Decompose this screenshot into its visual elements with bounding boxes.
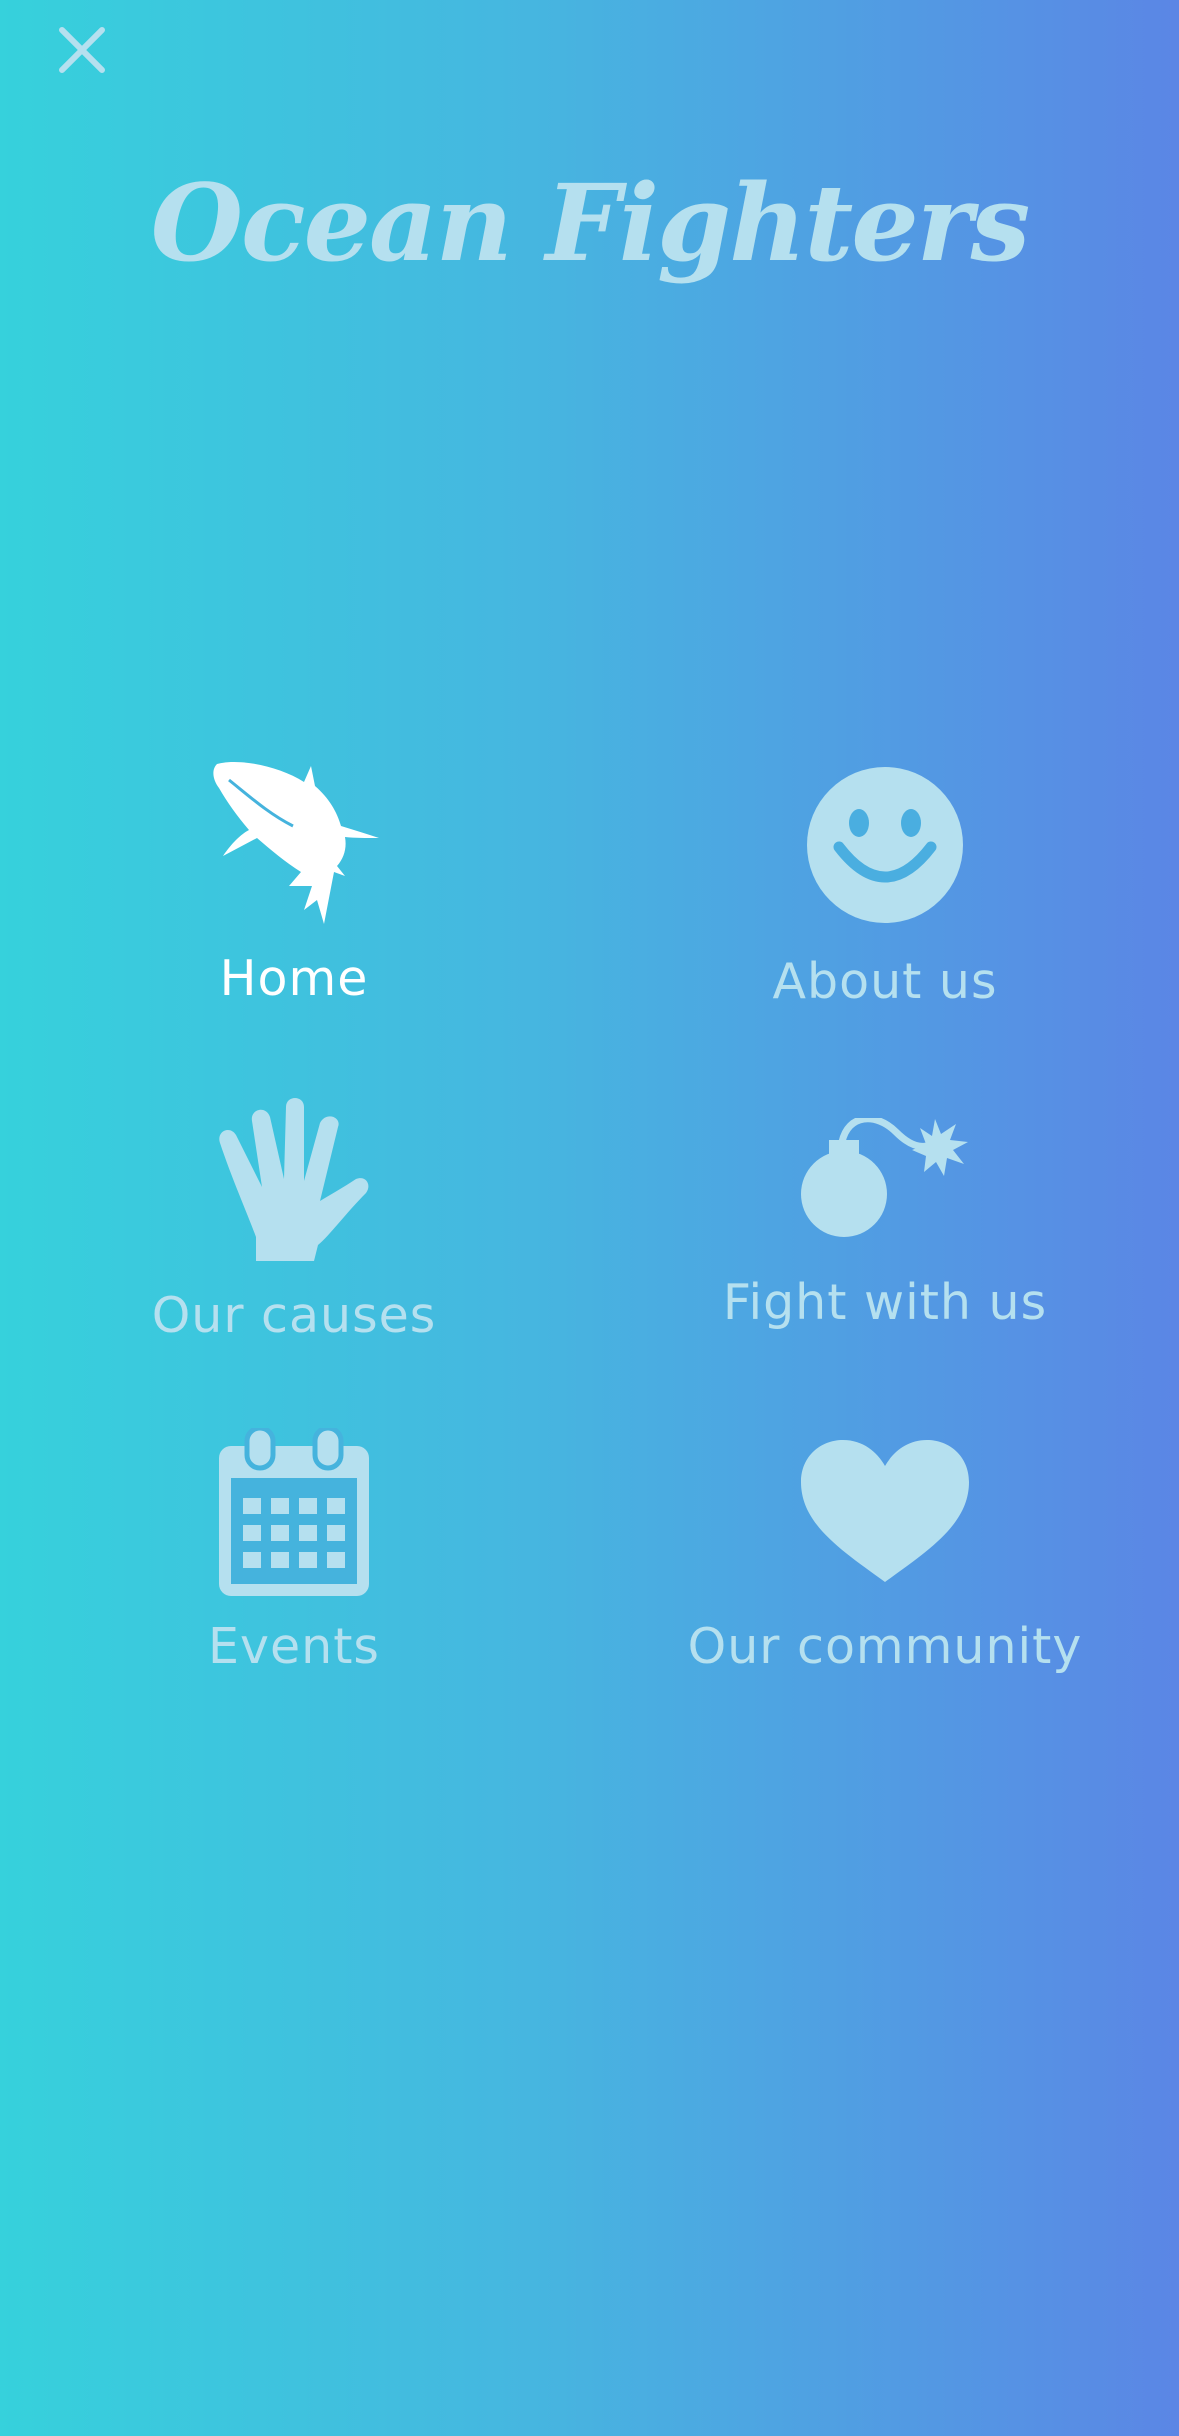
menu-item-events[interactable]: Events: [84, 1428, 504, 1675]
smiley-icon: [807, 767, 963, 923]
menu-item-home[interactable]: Home: [84, 760, 504, 1007]
menu-item-fight-with-us[interactable]: Fight with us: [675, 1118, 1095, 1331]
menu-label-fight-with-us: Fight with us: [722, 1274, 1048, 1331]
calendar-icon: [219, 1428, 369, 1596]
menu-label-our-community: Our community: [687, 1618, 1083, 1675]
menu-item-about-us[interactable]: About us: [675, 767, 1095, 1010]
close-button[interactable]: [52, 20, 112, 80]
shark-icon: [213, 762, 379, 924]
close-icon: [59, 27, 105, 73]
menu-label-about-us: About us: [772, 953, 998, 1010]
menu-item-our-community[interactable]: Our community: [675, 1440, 1095, 1675]
bomb-icon: [801, 1118, 968, 1237]
menu-label-our-causes: Our causes: [151, 1287, 437, 1344]
menu-label-events: Events: [208, 1618, 380, 1675]
app-title: Ocean Fighters: [150, 160, 1031, 285]
heart-icon: [801, 1440, 969, 1582]
menu-label-home: Home: [219, 950, 369, 1007]
menu-item-our-causes[interactable]: Our causes: [84, 1095, 504, 1344]
hand-icon: [219, 1098, 369, 1261]
